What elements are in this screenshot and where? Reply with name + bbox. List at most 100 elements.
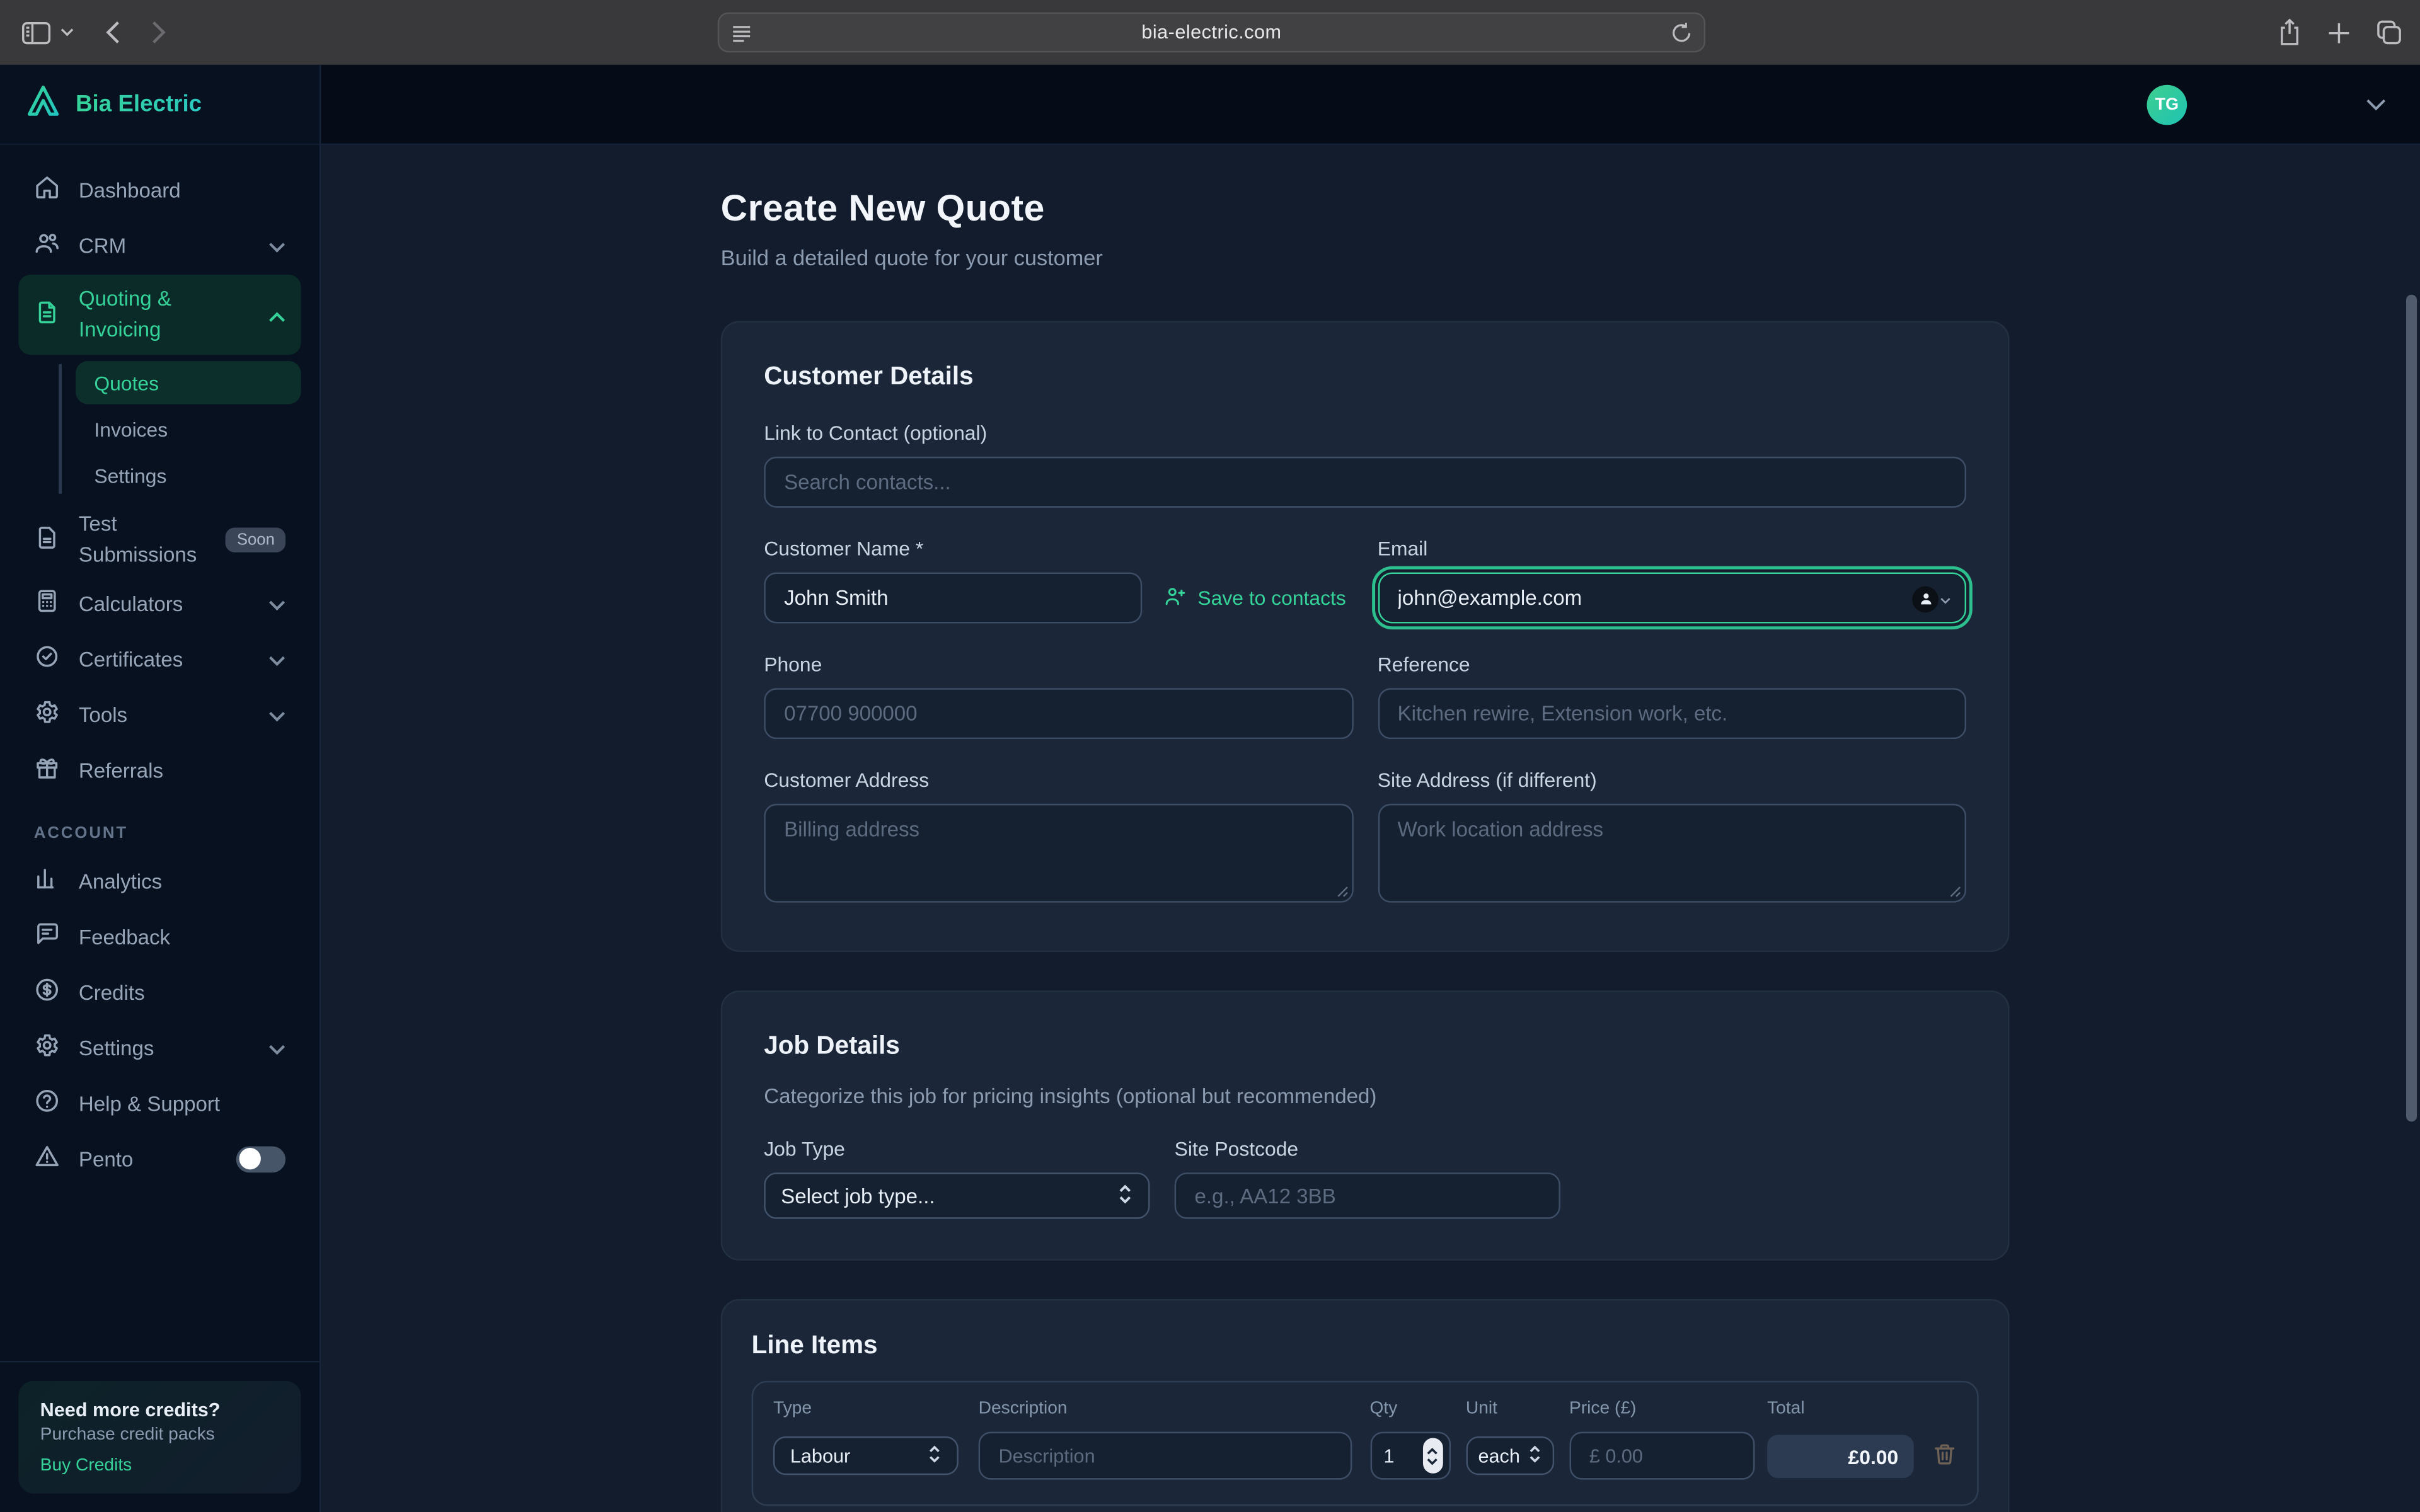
sidebar-item-test-submissions[interactable]: Test Submissions Soon — [18, 506, 301, 574]
sidebar-item-feedback[interactable]: Feedback — [18, 910, 301, 963]
sidebar-item-label: Referrals — [79, 759, 163, 782]
calculator-icon — [34, 588, 60, 619]
sidebar-panel-icon[interactable] — [21, 21, 51, 44]
link-to-contact-label: Link to Contact (optional) — [764, 421, 1966, 445]
users-icon — [34, 230, 60, 261]
site-postcode-label: Site Postcode — [1175, 1137, 1560, 1160]
badge-check-icon — [34, 643, 60, 674]
sub-item-label: Settings — [94, 464, 166, 487]
brand-name: Bia Electric — [76, 91, 202, 117]
account-menu-chevron-icon[interactable] — [2366, 90, 2386, 118]
sidebar-item-crm[interactable]: CRM — [18, 219, 301, 272]
qty-stepper[interactable] — [1422, 1438, 1443, 1473]
sub-item-label: Invoices — [94, 417, 168, 440]
sidebar-item-quotes[interactable]: Quotes — [76, 361, 301, 404]
col-description: Description — [979, 1399, 1351, 1418]
file-icon — [34, 525, 60, 556]
item-unit-select[interactable]: each — [1466, 1436, 1554, 1475]
line-items-title: Line Items — [752, 1331, 1979, 1361]
item-description-input[interactable] — [979, 1432, 1351, 1480]
sidebar-item-quoting-invoicing[interactable]: Quoting & Invoicing — [18, 275, 301, 355]
job-type-select[interactable]: Select job type... — [764, 1172, 1150, 1218]
sidebar-item-label: Help & Support — [79, 1092, 220, 1115]
item-type-value: Labour — [790, 1445, 850, 1466]
share-icon[interactable] — [2278, 18, 2302, 46]
dollar-circle-icon — [34, 976, 60, 1007]
forward-button[interactable] — [151, 20, 166, 45]
customer-name-input[interactable] — [764, 573, 1142, 624]
trash-icon[interactable] — [1932, 1441, 1957, 1475]
back-button[interactable] — [105, 20, 120, 45]
sidebar-chevron-icon[interactable] — [60, 28, 74, 37]
chevron-down-icon — [268, 703, 285, 726]
resize-grip-icon[interactable] — [1336, 878, 1349, 905]
col-unit: Unit — [1466, 1399, 1554, 1418]
tab-overview-icon[interactable] — [2377, 20, 2401, 45]
item-price-input[interactable] — [1569, 1432, 1754, 1480]
job-details-title: Job Details — [764, 1032, 1966, 1062]
message-icon — [34, 921, 60, 952]
avatar[interactable]: TG — [2147, 84, 2187, 124]
job-type-label: Job Type — [764, 1137, 1150, 1160]
sidebar-item-analytics[interactable]: Analytics — [18, 855, 301, 907]
top-header: TG — [321, 65, 2420, 145]
customer-details-title: Customer Details — [764, 363, 1966, 392]
sidebar-item-label: Quoting & Invoicing — [79, 285, 245, 345]
chevron-down-icon — [268, 234, 285, 257]
contact-search-input[interactable] — [764, 457, 1966, 508]
file-text-icon — [34, 299, 60, 330]
autofill-contact-icon[interactable] — [1912, 585, 1950, 612]
customer-address-textarea[interactable] — [764, 804, 1352, 903]
scrollbar-thumb[interactable] — [2406, 295, 2417, 1122]
job-details-card: Job Details Categorize this job for pric… — [721, 990, 2010, 1261]
reference-input[interactable] — [1378, 688, 1966, 739]
buy-credits-link[interactable]: Buy Credits — [40, 1457, 280, 1475]
sidebar-item-label: Credits — [79, 980, 145, 1004]
sidebar-item-referrals[interactable]: Referrals — [18, 743, 301, 796]
sidebar-item-certificates[interactable]: Certificates — [18, 633, 301, 685]
sidebar-item-tools[interactable]: Tools — [18, 688, 301, 740]
sidebar-item-label: Test Submissions — [79, 510, 207, 570]
sub-item-label: Quotes — [94, 371, 159, 394]
sidebar-item-invoices[interactable]: Invoices — [76, 408, 301, 451]
url-bar[interactable]: bia-electric.com — [718, 13, 1705, 53]
chevron-down-icon — [268, 1036, 285, 1059]
col-price: Price (£) — [1569, 1399, 1754, 1418]
sidebar-item-label: Settings — [79, 1036, 154, 1059]
reference-label: Reference — [1378, 653, 1966, 676]
sidebar-item-dashboard[interactable]: Dashboard — [18, 164, 301, 216]
site-address-label: Site Address (if different) — [1378, 769, 1966, 792]
pento-toggle[interactable] — [236, 1145, 285, 1172]
brand[interactable]: Bia Electric — [0, 65, 320, 145]
sidebar-item-quoting-settings[interactable]: Settings — [76, 454, 301, 497]
chevron-up-icon — [268, 303, 285, 326]
select-arrows-icon — [928, 1443, 942, 1468]
save-to-contacts-text: Save to contacts — [1197, 587, 1345, 610]
gift-icon — [34, 755, 60, 786]
phone-label: Phone — [764, 653, 1352, 676]
browser-toolbar: bia-electric.com — [0, 0, 2420, 65]
reload-icon[interactable] — [1671, 21, 1691, 43]
email-input[interactable] — [1378, 573, 1966, 624]
site-postcode-input[interactable] — [1175, 1172, 1560, 1218]
sidebar-item-help-support[interactable]: Help & Support — [18, 1077, 301, 1129]
resize-grip-icon[interactable] — [1949, 878, 1962, 905]
sidebar-item-label: Pento — [79, 1147, 133, 1171]
item-unit-value: each — [1478, 1445, 1520, 1466]
sidebar-item-pento[interactable]: Pento — [18, 1133, 301, 1185]
sidebar-item-credits[interactable]: Credits — [18, 966, 301, 1018]
reader-icon[interactable] — [732, 23, 752, 43]
email-label: Email — [1378, 537, 1966, 560]
sidebar-item-settings[interactable]: Settings — [18, 1021, 301, 1074]
new-tab-icon[interactable] — [2327, 21, 2351, 44]
sidebar-item-calculators[interactable]: Calculators — [18, 577, 301, 629]
item-type-select[interactable]: Labour — [773, 1436, 959, 1475]
help-circle-icon — [34, 1088, 60, 1119]
phone-input[interactable] — [764, 688, 1352, 739]
site-address-textarea[interactable] — [1378, 804, 1966, 903]
quoting-subnav: Quotes Invoices Settings — [59, 361, 301, 497]
save-to-contacts-link[interactable]: Save to contacts — [1164, 584, 1346, 612]
col-qty: Qty — [1369, 1399, 1450, 1418]
screen: bia-electric.com — [0, 0, 2420, 1512]
credits-promo-title: Need more credits? — [40, 1399, 280, 1421]
